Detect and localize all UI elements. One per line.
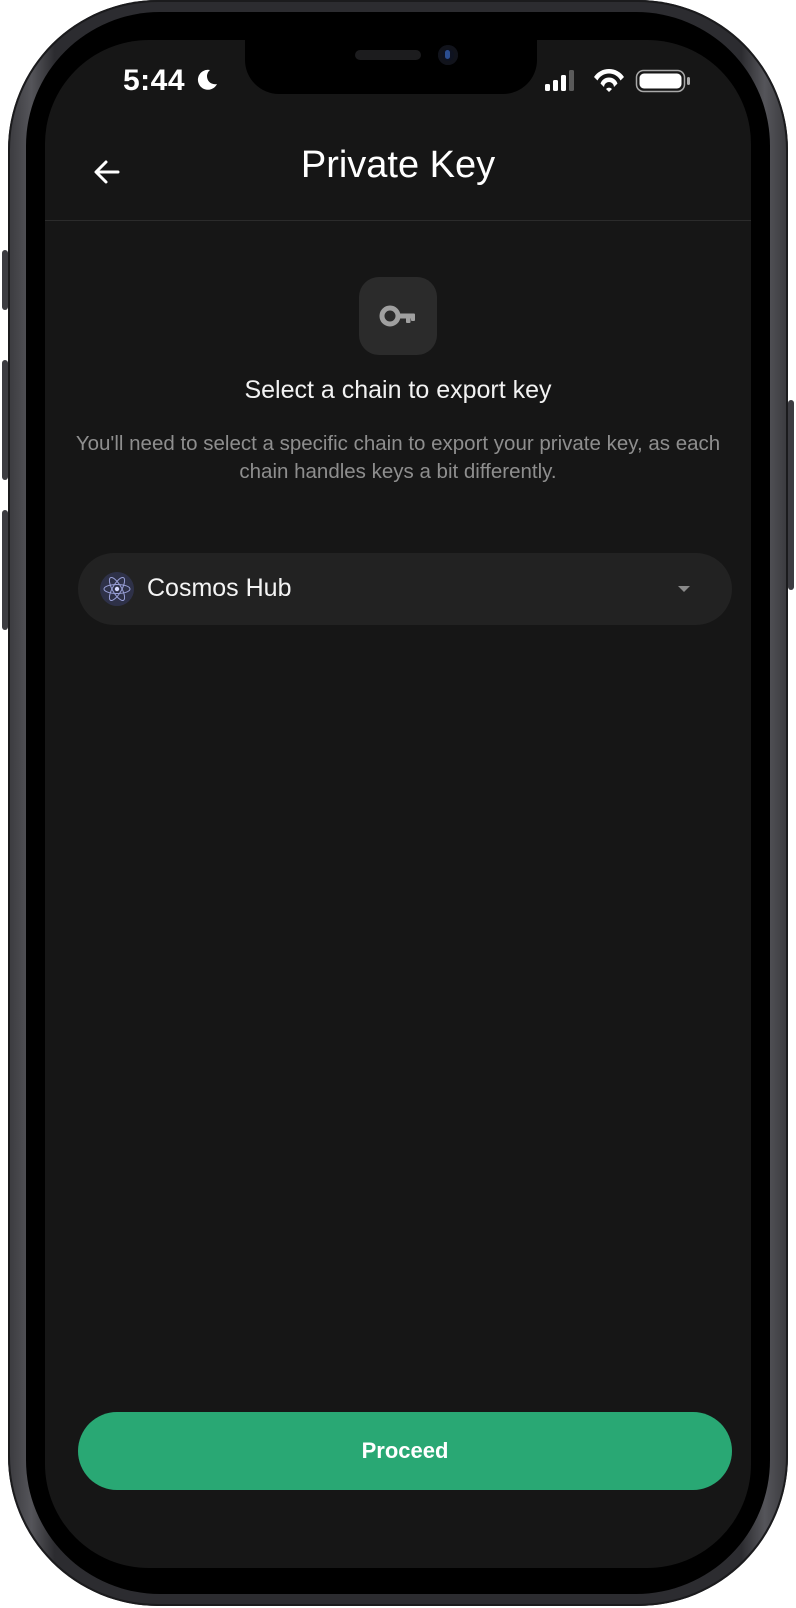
section-description: You'll need to select a specific chain t… (75, 432, 721, 483)
chevron-down-icon (678, 586, 690, 592)
wifi-icon (594, 68, 624, 92)
status-time: 5:44 (123, 64, 186, 97)
volume-down-button (2, 510, 8, 630)
volume-up-button (2, 360, 8, 480)
proceed-button[interactable]: Proceed (78, 1412, 732, 1490)
moon-icon (197, 69, 217, 90)
phone-frame: 5:44 Private Key Select a chain to expor… (2, 0, 794, 1606)
front-camera (438, 45, 458, 65)
status-icons (545, 68, 690, 93)
speaker-grille (355, 50, 421, 60)
notch (245, 40, 537, 94)
power-button (788, 400, 794, 590)
key-icon-tile (359, 277, 437, 355)
page-title: Private Key (300, 144, 496, 186)
selected-chain-name: Cosmos Hub (147, 574, 292, 602)
cosmos-atom-icon (100, 572, 134, 606)
app-screen: 5:44 Private Key Select a chain to expor… (45, 40, 751, 1568)
section-heading: Select a chain to export key (244, 376, 552, 404)
cellular-signal-icon (545, 70, 574, 91)
silent-switch (2, 250, 8, 310)
battery-icon (635, 69, 690, 93)
key-icon (379, 305, 415, 327)
page-header: Private Key (45, 120, 751, 221)
chain-selector[interactable]: Cosmos Hub (78, 553, 732, 625)
